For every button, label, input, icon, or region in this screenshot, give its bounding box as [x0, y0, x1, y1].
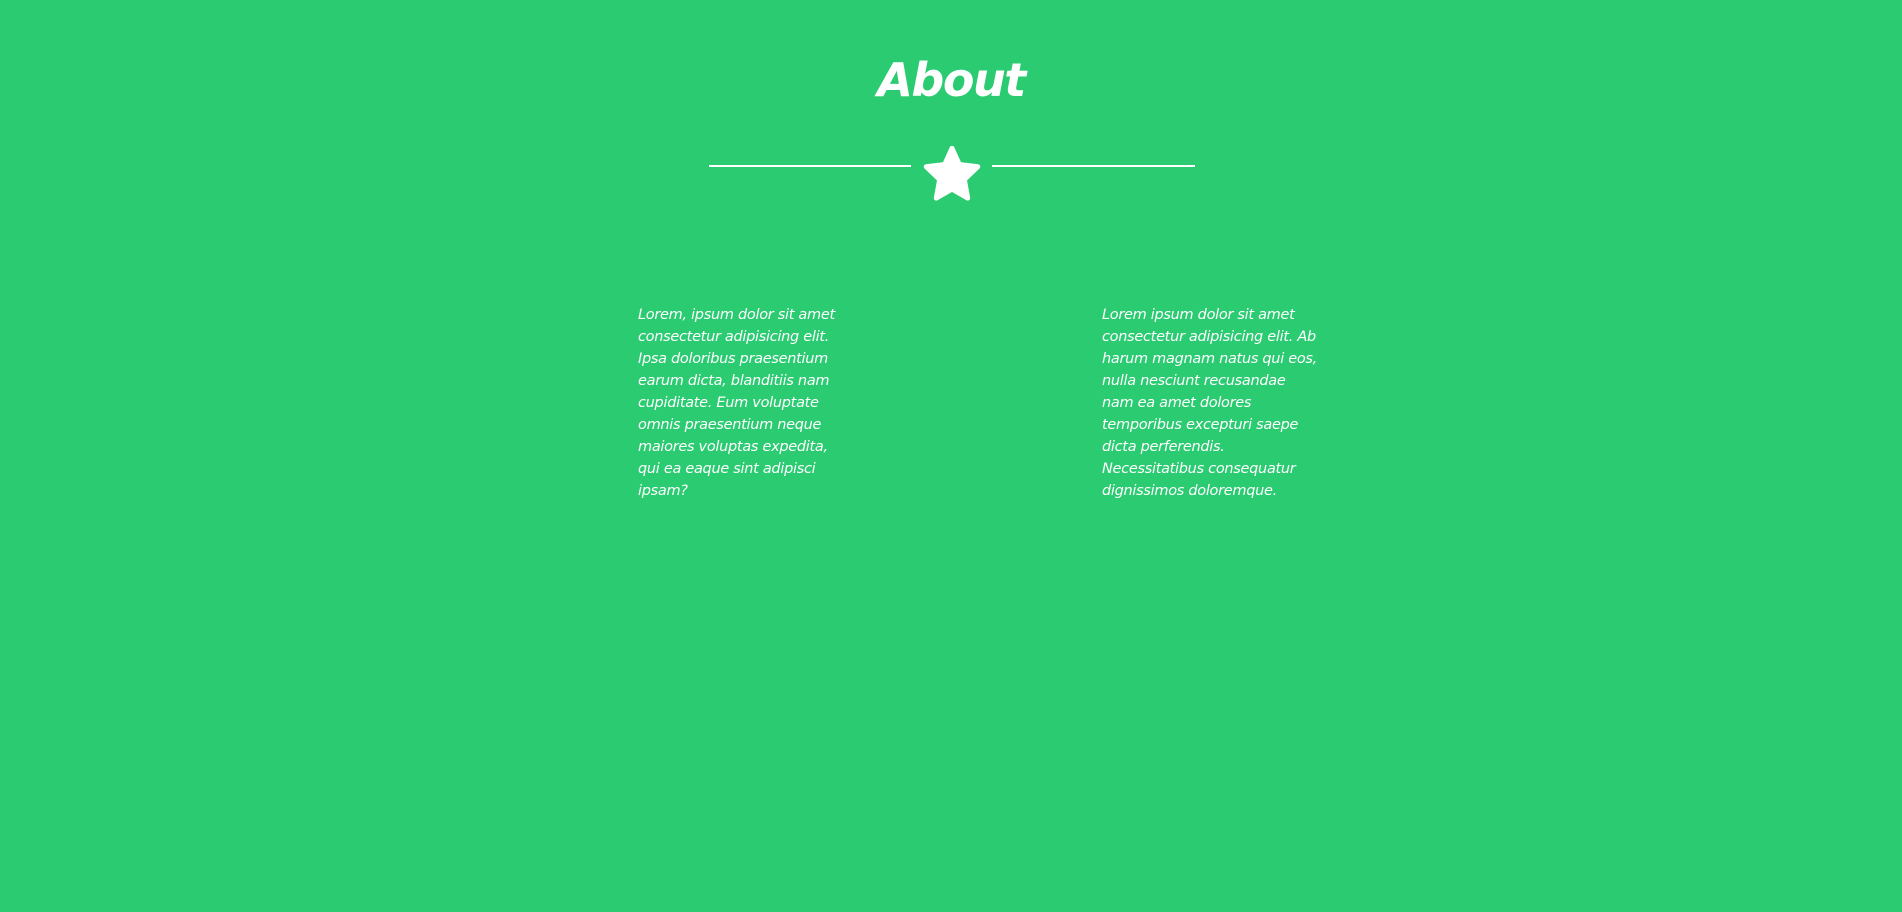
page-title: About	[877, 53, 1026, 107]
about-paragraph-right: Lorem ipsum dolor sit amet consectetur a…	[1102, 307, 1317, 499]
divider-line-left	[709, 165, 911, 167]
star-icon	[923, 146, 981, 201]
star-divider	[709, 146, 1195, 204]
divider-line-right	[992, 165, 1195, 167]
about-paragraph-left: Lorem, ipsum dolor sit amet consectetur …	[638, 307, 835, 499]
